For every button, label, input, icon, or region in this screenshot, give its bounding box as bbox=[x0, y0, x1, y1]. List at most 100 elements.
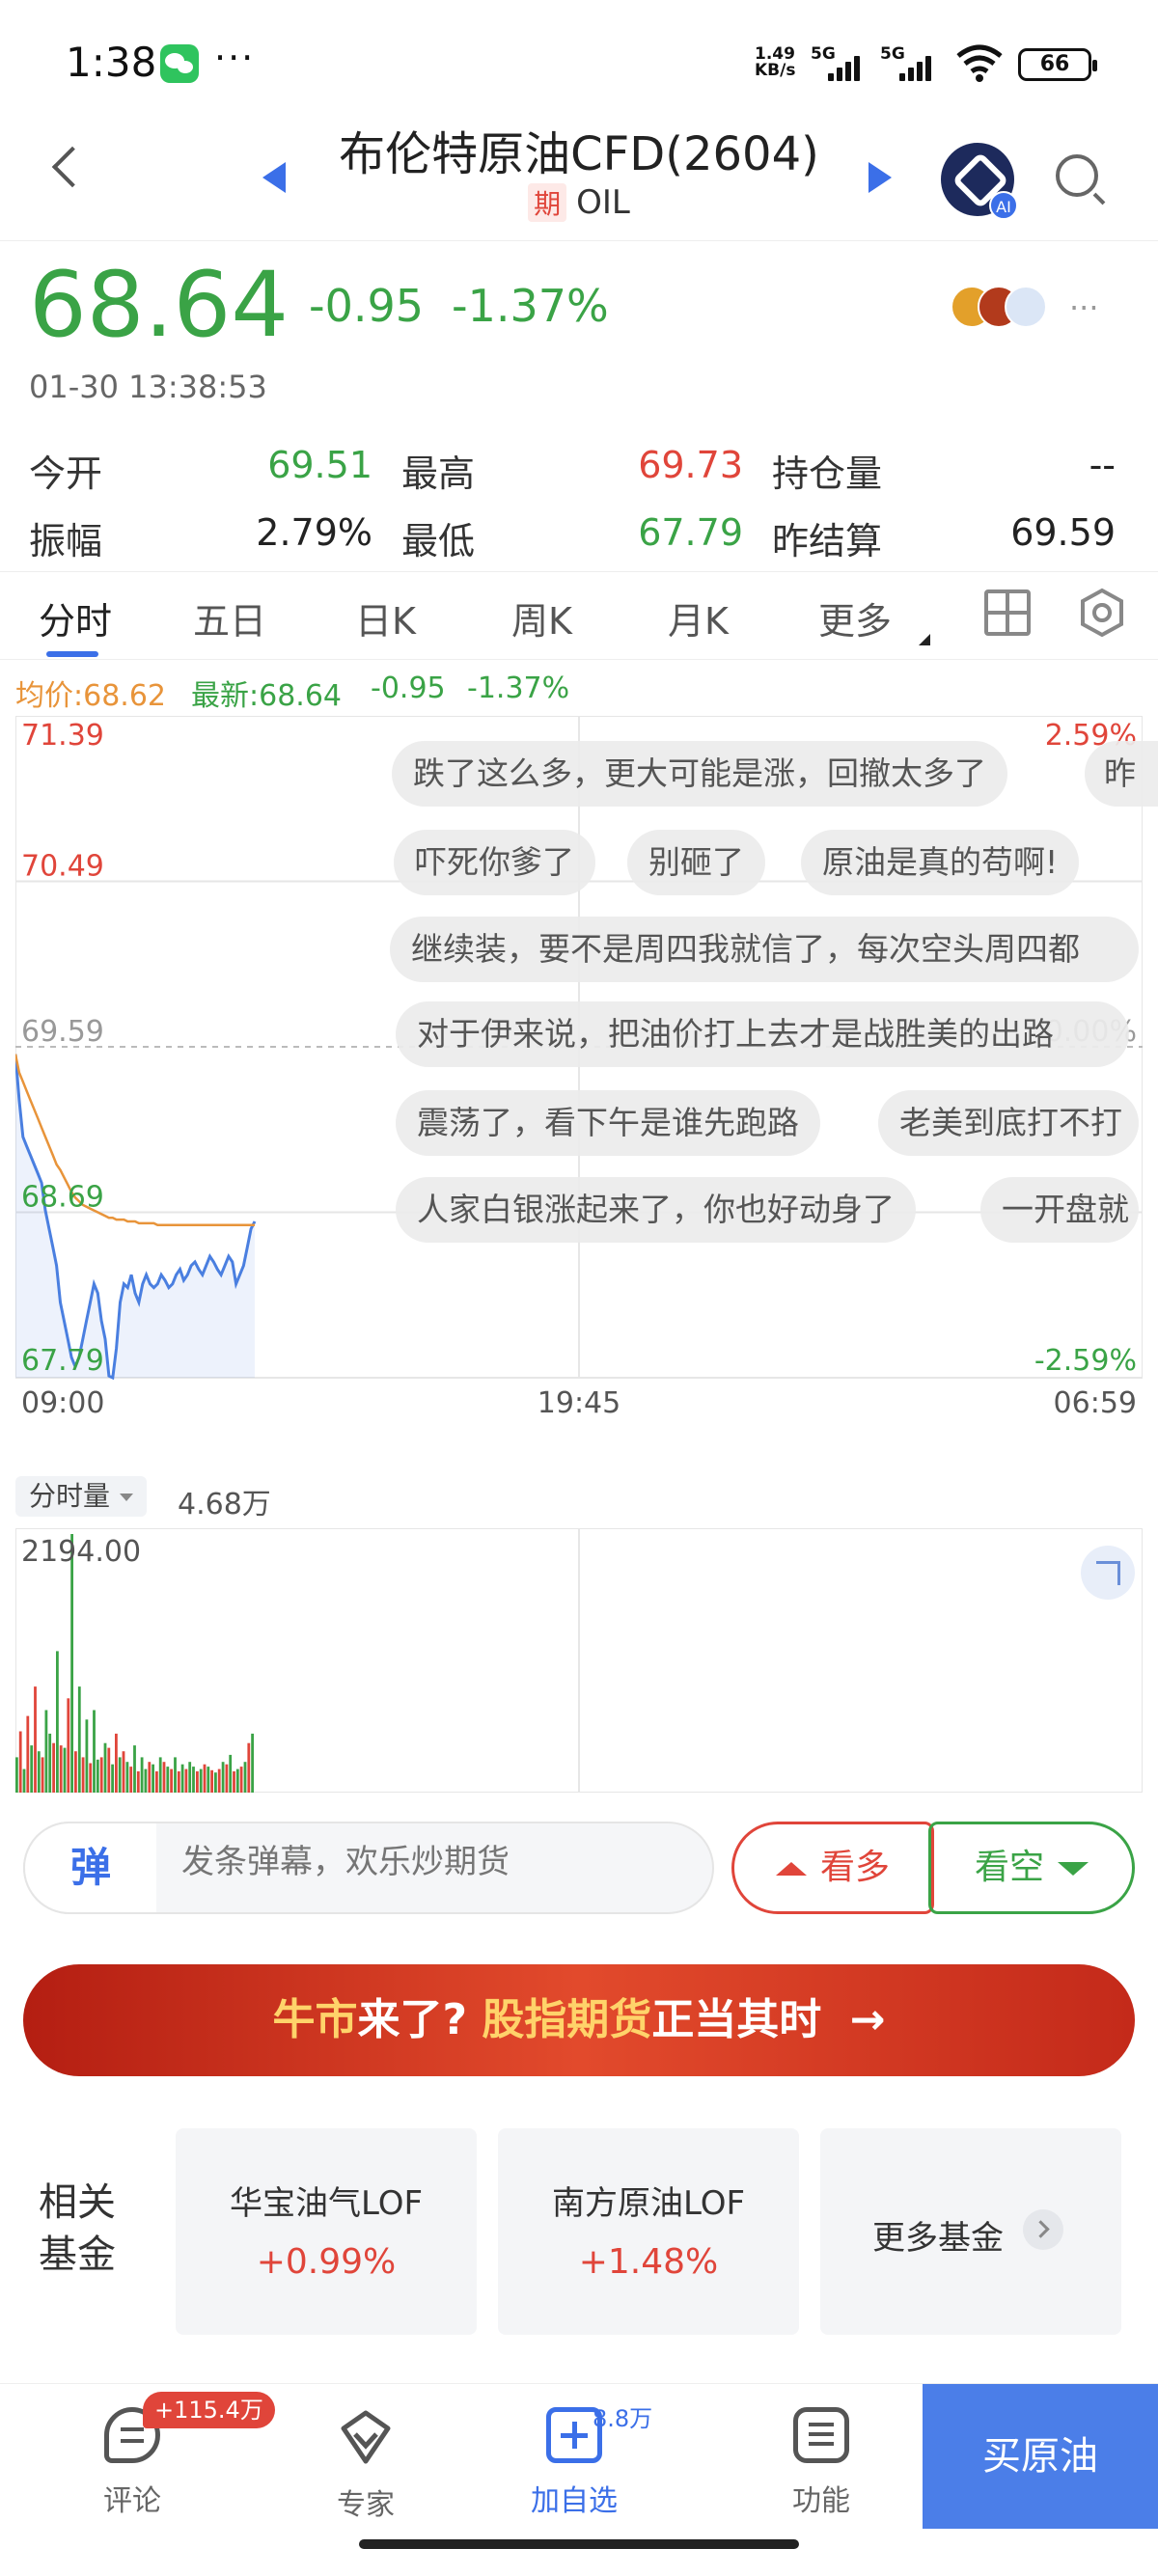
volume-bar bbox=[199, 1768, 203, 1793]
volume-bar bbox=[243, 1762, 247, 1793]
stat-label-open-interest: 持仓量 bbox=[772, 452, 883, 495]
tab-monthly-k[interactable]: 月K bbox=[668, 591, 729, 644]
danmaku-bubble[interactable]: 昨 bbox=[1085, 741, 1158, 807]
nav-comment-label: 评论 bbox=[103, 2484, 161, 2518]
status-more-icon: ··· bbox=[214, 37, 256, 79]
bullish-button[interactable]: 看多 bbox=[731, 1822, 934, 1914]
volume-type-dropdown[interactable]: 分时量 bbox=[15, 1476, 148, 1517]
fund-card[interactable]: 华宝油气LOF +0.99% bbox=[176, 2128, 477, 2335]
settings-gear-icon[interactable] bbox=[1079, 588, 1125, 638]
danmaku-bubble[interactable]: 一开盘就 bbox=[980, 1177, 1139, 1243]
tab-daily-k[interactable]: 日K bbox=[355, 591, 416, 644]
danmaku-bubble[interactable]: 老美到底打不打 bbox=[878, 1090, 1139, 1156]
stat-value-low: 67.79 bbox=[638, 511, 743, 554]
search-icon[interactable] bbox=[1056, 154, 1098, 197]
community-avatars[interactable] bbox=[951, 286, 1057, 330]
volume-bar bbox=[133, 1745, 136, 1793]
volume-bar bbox=[122, 1751, 125, 1793]
legend-change-pct: -1.37% bbox=[467, 671, 570, 705]
bullish-label: 看多 bbox=[819, 1848, 890, 1887]
volume-bar bbox=[107, 1747, 111, 1793]
x-axis-label: 09:00 bbox=[21, 1386, 104, 1420]
volume-max-label: 2194.00 bbox=[21, 1535, 141, 1569]
tab-more[interactable]: 更多 bbox=[818, 591, 892, 644]
volume-bar bbox=[67, 1698, 70, 1793]
contract-subtitle: 期 OIL bbox=[290, 183, 868, 222]
stat-value-amplitude: 2.79% bbox=[256, 511, 372, 554]
volume-bar bbox=[184, 1768, 188, 1793]
tab-intraday[interactable]: 分时 bbox=[39, 591, 112, 644]
battery-icon: 66 bbox=[1018, 48, 1097, 81]
volume-bar bbox=[81, 1757, 85, 1793]
more-funds-card[interactable]: 更多基金 bbox=[820, 2128, 1121, 2335]
banner-text-3: 股指期货 bbox=[482, 1995, 652, 2044]
status-time: 1:38 bbox=[66, 39, 157, 86]
danmaku-bubble[interactable]: 吓死你爹了 bbox=[394, 830, 595, 895]
tab-five-day[interactable]: 五日 bbox=[193, 591, 266, 644]
volume-bar bbox=[251, 1733, 254, 1793]
volume-bar bbox=[239, 1767, 243, 1793]
signal-bars-1-icon bbox=[828, 54, 867, 81]
danmaku-bubble[interactable]: 对于伊来说，把油价打上去才是战胜美的出路 bbox=[396, 1001, 1129, 1067]
volume-bar bbox=[229, 1754, 233, 1793]
tab-weekly-k[interactable]: 周K bbox=[511, 591, 572, 644]
arrow-right-icon: → bbox=[849, 1995, 886, 2044]
promo-banner[interactable]: 牛市来了? 股指期货正当其时 → bbox=[23, 1964, 1135, 2076]
intraday-chart[interactable]: 71.3970.4969.5968.6967.792.59%0.00%-2.59… bbox=[15, 716, 1143, 1428]
more-options-icon[interactable]: ··· bbox=[1069, 289, 1099, 326]
danmaku-bubble[interactable]: 继续装，要不是周四我就信了，每次空头周四都 bbox=[390, 917, 1139, 982]
danmaku-bubble[interactable]: 人家白银涨起来了，你也好动身了 bbox=[396, 1177, 916, 1243]
fund-change: +0.99% bbox=[256, 2242, 397, 2282]
volume-bar bbox=[247, 1742, 251, 1793]
stat-value-high: 69.73 bbox=[638, 444, 743, 486]
price-change: -0.95 bbox=[309, 280, 425, 332]
volume-bar bbox=[96, 1759, 99, 1793]
legend-change: -0.95 bbox=[371, 671, 446, 705]
next-contract-icon[interactable] bbox=[868, 162, 892, 193]
danmaku-bubble[interactable]: 震荡了，看下午是谁先跑路 bbox=[396, 1090, 820, 1156]
quote-datetime: 01-30 13:38:53 bbox=[29, 369, 267, 405]
volume-bar bbox=[162, 1762, 166, 1793]
volume-bar bbox=[30, 1745, 34, 1793]
fund-change: +1.48% bbox=[578, 2242, 719, 2282]
volume-bar bbox=[103, 1742, 107, 1793]
nav-expert[interactable]: 专家 bbox=[293, 2407, 438, 2523]
prev-contract-icon[interactable] bbox=[262, 162, 286, 193]
down-triangle-icon bbox=[1058, 1862, 1089, 1876]
danmaku-input[interactable] bbox=[181, 1843, 683, 1881]
chevron-right-icon bbox=[1023, 2209, 1063, 2250]
home-indicator[interactable] bbox=[359, 2539, 799, 2549]
bearish-button[interactable]: 看空 bbox=[928, 1822, 1135, 1914]
buy-oil-button[interactable]: 买原油 bbox=[923, 2384, 1158, 2529]
comment-count-badge: +115.4万 bbox=[143, 2392, 275, 2428]
volume-bar bbox=[26, 1715, 30, 1793]
ai-assistant-icon[interactable]: AI bbox=[941, 143, 1018, 220]
volume-chart[interactable]: 2194.00 bbox=[15, 1528, 1143, 1793]
fund-card[interactable]: 南方原油LOF +1.48% bbox=[498, 2128, 799, 2335]
expand-icon[interactable] bbox=[1081, 1546, 1135, 1600]
status-bar: 1:38 ··· 1.49 KB/s 5G 5G 66 bbox=[0, 0, 1158, 130]
volume-bar bbox=[59, 1745, 63, 1793]
functions-icon bbox=[793, 2407, 849, 2463]
volume-bar bbox=[52, 1742, 55, 1793]
danmaku-bubble[interactable]: 跌了这么多，更大可能是涨，回撤太多了 bbox=[392, 741, 1007, 807]
y-axis-label: 67.79 bbox=[21, 1344, 104, 1378]
danmaku-bubble[interactable]: 原油是真的苟啊! bbox=[801, 830, 1080, 895]
volume-bar bbox=[217, 1768, 221, 1793]
layout-grid-icon[interactable] bbox=[984, 589, 1031, 636]
volume-bar bbox=[196, 1771, 199, 1793]
volume-bar bbox=[235, 1768, 239, 1793]
volume-bar bbox=[44, 1710, 48, 1793]
volume-total: 4.68万 bbox=[178, 1488, 271, 1521]
stat-value-open: 69.51 bbox=[267, 444, 372, 486]
up-triangle-icon bbox=[775, 1862, 807, 1876]
danmaku-bubble[interactable]: 别砸了 bbox=[627, 830, 765, 895]
volume-bar bbox=[89, 1763, 93, 1793]
danmaku-toggle-icon[interactable]: 弹 bbox=[23, 1822, 156, 1914]
back-icon[interactable] bbox=[51, 146, 94, 188]
volume-bar bbox=[192, 1767, 195, 1793]
volume-bar bbox=[148, 1762, 152, 1793]
fund-name: 华宝油气LOF bbox=[229, 2184, 424, 2223]
nav-functions[interactable]: 功能 bbox=[749, 2407, 894, 2519]
y-axis-label: 70.49 bbox=[21, 850, 104, 884]
